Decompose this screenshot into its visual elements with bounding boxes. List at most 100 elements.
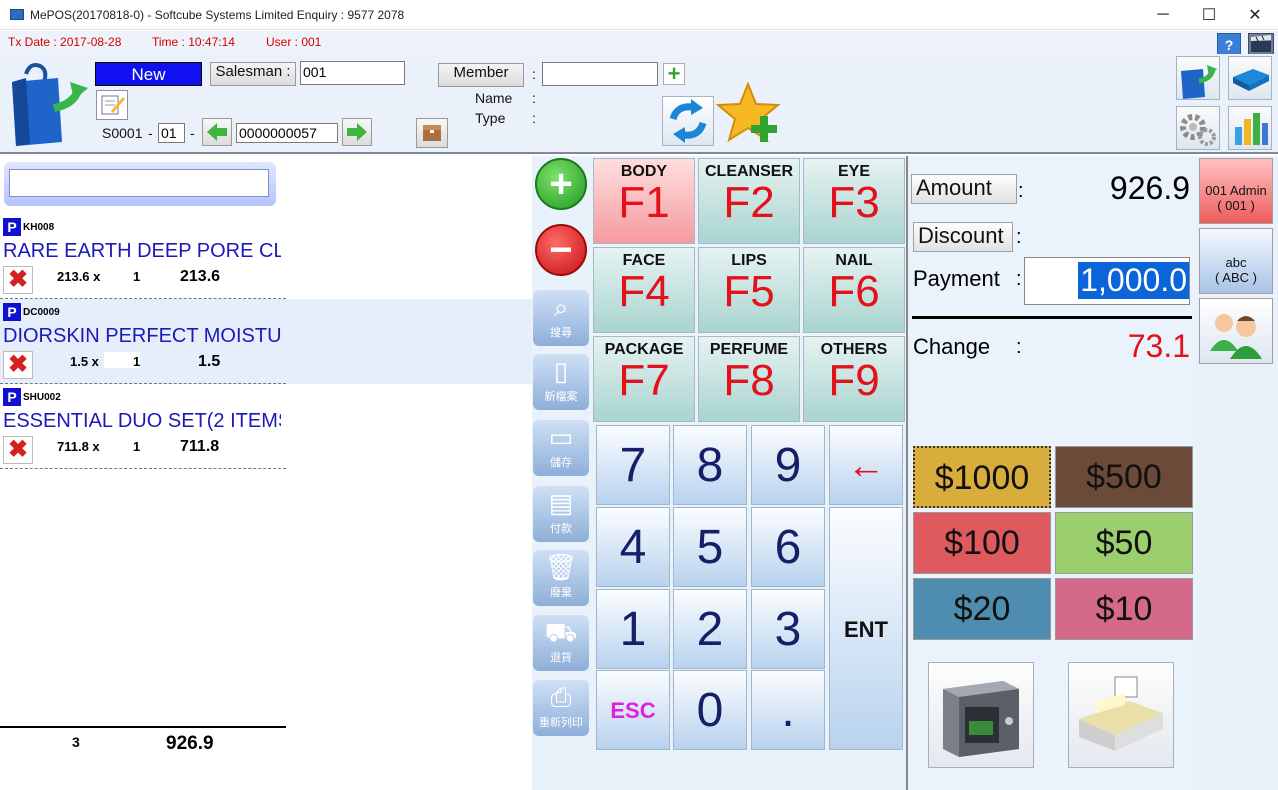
item-amount: 711.8 [180,438,220,455]
shopping-bag-icon [8,60,90,146]
void-button-label: 廢棄 [550,587,572,599]
add-favorite-star-icon[interactable] [715,81,782,148]
cash-quick-button[interactable]: $1000 [913,446,1051,508]
search-button[interactable]: ⌕ 搜尋 [533,290,589,346]
add-member-icon[interactable]: + [663,63,685,85]
key-0[interactable]: 0 [673,670,747,750]
delete-item-icon[interactable]: ✖ [3,266,33,294]
language-long: ( ABC ) [1215,270,1257,285]
key-8[interactable]: 8 [673,425,747,505]
item-name: RARE EARTH DEEP PORE CLEANSING MASK [3,240,281,262]
void-button[interactable]: 🗑 廢棄 [533,550,589,606]
key-6[interactable]: 6 [751,507,825,587]
settings-gear-icon[interactable] [1176,106,1220,150]
change-colon: : [1016,336,1022,358]
refresh-icon[interactable] [662,96,714,146]
user-account-button[interactable]: 001 Admin ( 001 ) [1199,158,1273,224]
clapper-icon[interactable] [1248,33,1274,55]
payment-value: 1,000.0 [1078,262,1189,299]
maximize-button[interactable]: ☐ [1186,0,1232,30]
category-key-f3[interactable]: EYE F3 [803,158,905,244]
cash-quick-button[interactable]: $100 [913,512,1051,574]
status-badge: New [95,62,202,86]
barcode-input[interactable] [9,169,269,197]
discount-button[interactable]: Discount [913,222,1013,252]
return-button[interactable]: ⛟ 退貨 [533,615,589,671]
tx-time: Time : 10:47:14 [152,35,235,49]
decimal-key[interactable]: . [751,670,825,750]
member-colon: : [532,66,536,82]
row-divider [0,468,286,469]
list-item[interactable]: P KH008 RARE EARTH DEEP PORE CLEANSING M… [0,214,532,299]
member-field[interactable] [542,62,658,86]
category-key-f1[interactable]: BODY F1 [593,158,695,244]
item-code: KH008 [23,222,55,233]
item-code: DC0009 [23,307,60,318]
prev-invoice-button[interactable] [202,118,232,146]
key-3[interactable]: 3 [751,589,825,669]
category-key-f5[interactable]: LIPS F5 [698,247,800,333]
change-value: 73.1 [1127,328,1190,364]
enter-key[interactable]: ENT [829,507,903,750]
category-key-f9[interactable]: OTHERS F9 [803,336,905,422]
item-qty: 1 [133,439,141,454]
app-icon [10,9,24,20]
product-badge: P [3,388,21,406]
dash-sep-1: - [148,125,153,141]
backspace-key[interactable]: ← [829,425,903,505]
key-5[interactable]: 5 [673,507,747,587]
package-box-icon[interactable] [416,118,448,148]
delete-item-icon[interactable]: ✖ [3,436,33,464]
category-key-f2[interactable]: CLEANSER F2 [698,158,800,244]
category-hotkey: F5 [723,267,775,316]
edit-note-icon[interactable] [96,90,128,120]
minus-qty-icon[interactable]: − [535,224,587,276]
new-file-button-label: 新檔案 [544,391,578,403]
item-price: 1.5 x [70,354,99,369]
close-button[interactable]: ✕ [1232,0,1278,30]
cash-drawer-safe-icon[interactable] [928,662,1034,768]
category-key-f6[interactable]: NAIL F6 [803,247,905,333]
escape-key[interactable]: ESC [596,670,670,750]
category-key-f7[interactable]: PACKAGE F7 [593,336,695,422]
language-button[interactable]: abc ( ABC ) [1199,228,1273,294]
list-item[interactable]: P DC0009 DIORSKIN PERFECT MOISTURE ✖ 1.5… [0,299,532,384]
network-icon[interactable] [1228,56,1272,100]
category-key-f8[interactable]: PERFUME F8 [698,336,800,422]
key-7[interactable]: 7 [596,425,670,505]
customers-icon[interactable] [1199,298,1273,364]
add-qty-icon[interactable]: + [535,158,587,210]
minimize-button[interactable]: ─ [1140,0,1186,30]
cash-register-icon[interactable] [1068,662,1174,768]
key-2[interactable]: 2 [673,589,747,669]
list-item[interactable]: P SHU002 ESSENTIAL DUO SET(2 ITEMS) ✖ 71… [0,384,532,469]
report-chart-icon[interactable] [1228,106,1272,150]
invoice-field[interactable]: 0000000057 [236,123,338,143]
dash-sep-2: - [190,125,195,141]
total-sum: 926.9 [166,733,214,754]
key-4[interactable]: 4 [596,507,670,587]
cash-quick-button[interactable]: $10 [1055,578,1193,640]
salesman-field[interactable]: 001 [300,61,405,85]
cash-quick-button[interactable]: $500 [1055,446,1193,508]
category-hotkey: F9 [828,356,880,405]
key-9[interactable]: 9 [751,425,825,505]
save-button[interactable]: ▭ 儲存 [533,420,589,476]
key-1[interactable]: 1 [596,589,670,669]
pay-button[interactable]: ▤ 付款 [533,486,589,542]
export-bag-icon[interactable] [1176,56,1220,100]
reprint-button[interactable]: ⎙ 重新列印 [533,680,589,736]
cash-quick-button[interactable]: $20 [913,578,1051,640]
item-code: SHU002 [23,392,61,403]
help-icon[interactable]: ? [1217,33,1241,55]
category-key-f4[interactable]: FACE F4 [593,247,695,333]
next-invoice-button[interactable] [342,118,372,146]
payment-field[interactable]: 1,000.0 [1024,257,1190,305]
item-amount: 213.6 [180,268,221,285]
title-bar: MePOS(20170818-0) - Softcube Systems Lim… [0,0,1278,30]
new-file-button[interactable]: ▯ 新檔案 [533,354,589,410]
member-button[interactable]: Member [438,63,524,87]
station-field[interactable]: 01 [158,123,185,143]
cash-quick-button[interactable]: $50 [1055,512,1193,574]
delete-item-icon[interactable]: ✖ [3,351,33,379]
